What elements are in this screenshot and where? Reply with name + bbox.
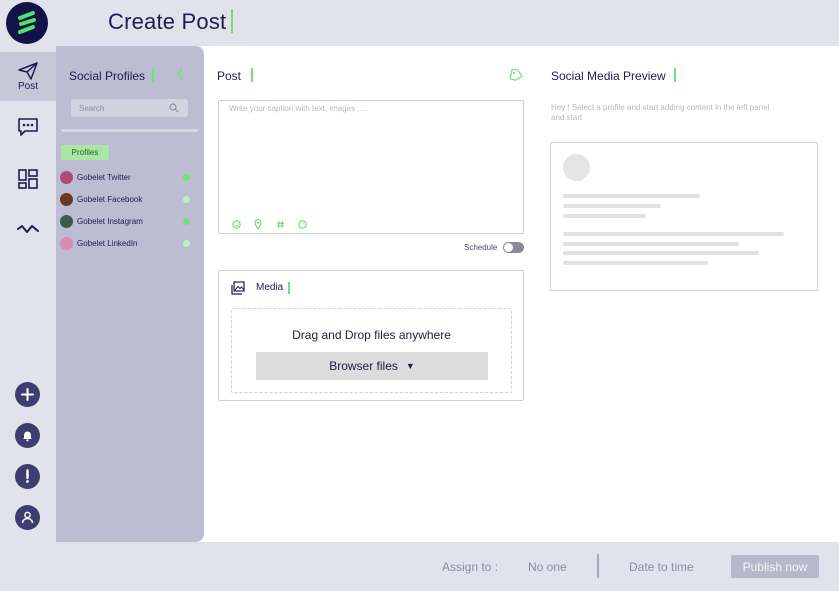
publish-button[interactable]: Publish now [731, 555, 819, 578]
schedule-label: Schedule [464, 243, 498, 252]
alert-icon [26, 469, 29, 483]
preview-title-cursor [674, 68, 676, 82]
logo-icon [18, 11, 36, 34]
placeholder-line [563, 251, 759, 255]
placeholder-line [563, 242, 739, 246]
avatar [60, 214, 73, 228]
chat-icon [18, 118, 38, 136]
media-title: Media [256, 282, 284, 293]
user-icon [21, 511, 34, 524]
rail-item-analytics[interactable] [0, 218, 56, 240]
paper-plane-icon [18, 61, 38, 80]
tag-icon[interactable] [510, 69, 523, 82]
account-button[interactable] [15, 505, 40, 530]
avatar [60, 192, 73, 206]
gallery-icon [231, 281, 245, 295]
add-icon [21, 388, 34, 401]
avatar [60, 236, 73, 250]
placeholder-line [563, 232, 784, 236]
footer-divider [597, 554, 599, 578]
page-title: Create Post [108, 9, 227, 34]
rail-item-messages[interactable] [0, 114, 56, 140]
analytics-icon [17, 225, 39, 233]
bottom-bar: Assign to : No one Date to time Publish … [0, 542, 839, 591]
rail-item-label: Post [17, 80, 38, 92]
status-dot [183, 195, 190, 203]
bell-icon [23, 431, 32, 442]
alerts-button[interactable] [15, 464, 40, 489]
preview-card [550, 142, 818, 291]
placeholder-line [563, 261, 708, 265]
toggle-knob [504, 243, 513, 252]
caption-toolbar [231, 219, 307, 229]
caption-box [218, 100, 524, 234]
chevron-left-icon [177, 68, 183, 80]
profile-name: Gobelet Instagram [77, 216, 143, 226]
hashtag-icon[interactable] [275, 219, 285, 229]
preview-hint: Hey ! Select a profile and start adding … [551, 103, 770, 122]
media-title-cursor [288, 282, 290, 294]
emoji-icon[interactable] [231, 219, 241, 229]
notifications-button[interactable] [15, 423, 40, 448]
caption-input[interactable] [229, 104, 509, 204]
profile-name: Gobelet Twitter [77, 172, 131, 182]
schedule-toggle[interactable] [503, 242, 524, 253]
status-dot [183, 173, 190, 181]
panel-title: Social Profiles [69, 69, 146, 83]
panel-title-cursor [152, 68, 154, 82]
browse-files-label: Browser files [329, 359, 398, 373]
profile-item-linkedin[interactable]: Gobelet LinkedIn [60, 235, 190, 251]
date-picker[interactable]: Date to time [629, 560, 694, 574]
file-dropzone[interactable]: Drag and Drop files anywhere Browser fil… [231, 308, 512, 393]
search-icon [169, 103, 179, 113]
post-title: Post [217, 69, 242, 83]
social-profiles-panel: Social Profiles Profiles Gobelet Twitter… [56, 46, 204, 542]
preview-title: Social Media Preview [551, 69, 666, 83]
smiley-icon[interactable] [297, 219, 307, 229]
profile-item-twitter[interactable]: Gobelet Twitter [60, 169, 190, 185]
location-icon[interactable] [253, 219, 263, 229]
assignee-select[interactable]: No one [528, 560, 567, 574]
profile-item-instagram[interactable]: Gobelet Instagram [60, 213, 190, 229]
profiles-filter-tag[interactable]: Profiles [61, 145, 109, 160]
placeholder-line [563, 194, 700, 198]
caret-down-icon: ▼ [405, 361, 415, 371]
rail-item-post[interactable]: Post [0, 52, 56, 101]
assign-label: Assign to : [442, 560, 499, 574]
placeholder-line [563, 214, 646, 218]
profile-name: Gobelet LinkedIn [77, 238, 138, 248]
logo-area [0, 0, 56, 46]
dashboard-icon [18, 169, 38, 189]
browse-files-button[interactable]: Browser files ▼ [256, 352, 488, 380]
collapse-panel-button[interactable] [176, 68, 184, 83]
add-button[interactable] [15, 382, 40, 407]
profile-name: Gobelet Facebook [77, 194, 143, 204]
title-cursor [231, 9, 233, 33]
media-box: Media Drag and Drop files anywhere Brows… [218, 270, 524, 401]
status-dot [183, 239, 190, 247]
app-logo[interactable] [6, 2, 48, 44]
rail-item-dashboard[interactable] [0, 166, 56, 192]
avatar [60, 170, 73, 184]
panel-divider [61, 129, 198, 132]
left-rail: Post [0, 46, 56, 542]
placeholder-avatar [563, 154, 590, 181]
placeholder-line [563, 204, 661, 208]
profile-item-facebook[interactable]: Gobelet Facebook [60, 191, 190, 207]
dropzone-text: Drag and Drop files anywhere [292, 328, 451, 342]
post-title-cursor [251, 68, 253, 82]
top-header: Create Post [0, 0, 839, 46]
status-dot [183, 217, 190, 225]
